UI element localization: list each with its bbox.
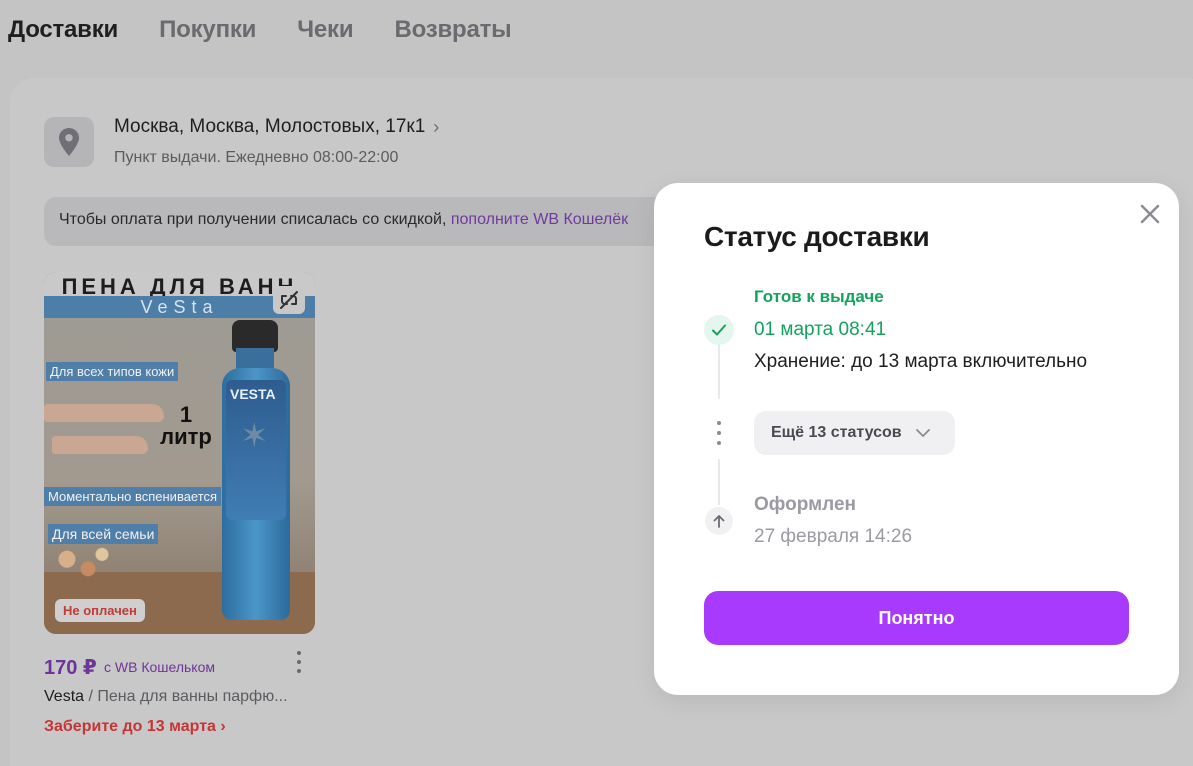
top-tabs: Доставки Покупки Чеки Возвраты [8,16,552,44]
bottle-illustration: VESTA ✶ [222,320,290,620]
tab-returns[interactable]: Возвраты [394,16,511,44]
product-brand: Vesta [44,688,85,705]
starfish-icon: ✶ [240,417,269,455]
status-ready-title: Готов к выдаче [754,287,884,306]
hide-image-icon[interactable] [273,286,305,314]
product-image-label: Моментально вспенивается [44,487,222,506]
arrow-up-icon [705,507,733,535]
tab-purchases[interactable]: Покупки [159,16,256,44]
notice-text: Чтобы оплата при получении списалась со … [59,211,451,228]
timeline-line [718,345,720,399]
topup-wallet-link[interactable]: пополните WB Кошелёк [451,211,628,228]
more-statuses-button[interactable]: Ещё 13 статусов [754,411,955,455]
tab-deliveries[interactable]: Доставки [8,16,118,44]
location-pin-icon [44,117,94,167]
address-text: Москва, Москва, Молостовых, 17к1 [114,116,426,137]
pickup-point-hours: Пункт выдачи. Ежедневно 08:00-22:00 [114,149,399,166]
product-image-volume: 1 литр [160,402,212,449]
product-image-label: Для всех типов кожи [46,362,179,381]
unpaid-badge: Не оплачен [55,599,145,622]
pickup-deadline-text: Заберите до 13 марта [44,718,216,735]
bottle-brand-text: VESTA [230,386,276,402]
product-title: / Пена для ванны парфю... [84,688,288,705]
product-name[interactable]: Vesta / Пена для ванны парфю... [44,688,288,706]
product-image[interactable]: ПЕНА ДЛЯ ВАНН VeSta Для всех типов кожи … [44,272,315,634]
chevron-right-icon: › [433,116,440,137]
ok-button[interactable]: Понятно [704,591,1129,645]
tab-receipts[interactable]: Чеки [297,16,353,44]
status-ready-date: 01 марта 08:41 [754,319,887,340]
wallet-notice: Чтобы оплата при получении списалась со … [44,197,744,246]
timeline-line [718,459,720,505]
storage-note: Хранение: до 13 марта включительно [754,351,1088,372]
more-options-icon[interactable] [292,651,306,673]
chevron-right-icon: › [220,718,226,735]
delivery-address[interactable]: Москва, Москва, Молостовых, 17к1 › [114,116,439,138]
status-created-title: Оформлен [754,494,857,515]
vertical-dots-icon [716,421,722,445]
pickup-deadline-link[interactable]: Заберите до 13 марта › [44,718,226,736]
status-created-date: 27 февраля 14:26 [754,526,913,547]
price-wallet-note: с WB Кошельком [104,659,215,675]
check-icon [704,315,734,345]
more-statuses-label: Ещё 13 статусов [771,424,902,441]
delivery-status-modal: Статус доставки Готов к выдаче 01 марта … [654,183,1179,695]
shells-illustration [46,540,116,588]
chevron-down-icon [915,429,930,437]
product-price: 170 ₽ [44,657,97,679]
modal-title: Статус доставки [704,221,930,252]
close-icon[interactable] [1138,202,1162,226]
